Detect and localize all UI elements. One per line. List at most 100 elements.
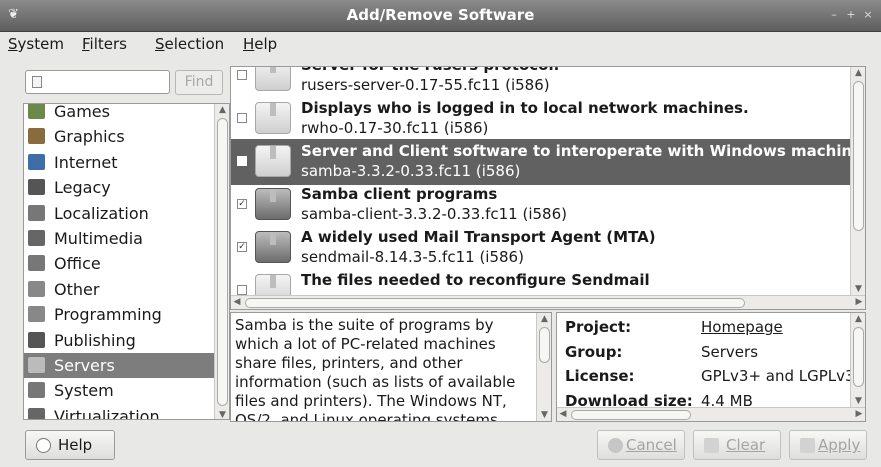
scrollbar-thumb[interactable] <box>539 327 550 363</box>
menu-help[interactable]: Help <box>243 35 277 53</box>
package-row[interactable]: Server and Client software to interopera… <box>231 139 866 185</box>
detail-value: Servers <box>701 342 759 361</box>
category-label: Programming <box>54 305 162 325</box>
package-summary: The files needed to reconfigure Sendmail <box>301 271 650 289</box>
office-icon <box>28 255 45 272</box>
search-input[interactable] <box>25 70 170 94</box>
close-icon[interactable]: × <box>861 9 875 22</box>
category-label: System <box>54 381 114 401</box>
description-panel[interactable]: Samba is the suite of programs by which … <box>230 312 552 422</box>
other-icon <box>28 280 45 297</box>
category-list[interactable]: Virtualization System Servers Publishing Pro… <box>23 103 230 420</box>
details-vscrollbar[interactable]: ▲ ▼ <box>850 313 865 407</box>
installed-package-icon <box>255 188 291 220</box>
package-list[interactable]: The files needed to reconfigure Sendmail… <box>230 66 866 310</box>
package-checkbox[interactable]: ✓ <box>237 242 247 252</box>
menu-filters[interactable]: Filters <box>82 35 127 53</box>
scroll-left-icon[interactable]: ◀ <box>231 296 243 309</box>
category-label: Legacy <box>54 178 111 198</box>
scrollbar-thumb[interactable] <box>217 118 228 406</box>
package-row[interactable]: Server for the rusers protocol. rusers-se… <box>231 67 865 99</box>
package-summary: Server for the rusers protocol. <box>301 67 559 74</box>
menu-selection[interactable]: Selection <box>155 35 224 53</box>
clear-label: Clear <box>726 436 766 454</box>
category-item-system[interactable]: System <box>24 378 214 403</box>
package-checkbox[interactable] <box>237 285 247 295</box>
package-row[interactable]: Displays who is logged in to local netwo… <box>231 96 865 142</box>
scroll-up-icon[interactable]: ▲ <box>851 313 865 325</box>
category-item-servers[interactable]: Servers <box>24 353 214 378</box>
category-scrollbar[interactable]: ▲ ▼ <box>214 104 229 419</box>
package-checkbox[interactable]: ✓ <box>237 199 247 209</box>
cancel-icon <box>608 438 623 453</box>
scroll-right-icon[interactable]: ▶ <box>853 408 865 421</box>
package-summary: Displays who is logged in to local netwo… <box>301 99 749 117</box>
category-item-localization[interactable]: Localization <box>24 201 214 226</box>
category-item-multimedia[interactable]: Multimedia <box>24 226 214 251</box>
available-package-icon <box>255 145 291 177</box>
apply-button[interactable]: Apply <box>789 430 867 460</box>
available-package-icon <box>255 102 291 134</box>
scroll-right-icon[interactable]: ▶ <box>853 296 865 309</box>
scrollbar-thumb[interactable] <box>245 298 745 308</box>
help-button[interactable]: Help <box>25 430 115 460</box>
games-icon <box>28 104 45 119</box>
scroll-down-icon[interactable]: ▼ <box>851 283 865 295</box>
category-item-other[interactable]: Other <box>24 277 214 302</box>
minimize-icon[interactable]: – <box>827 9 841 22</box>
category-label: Multimedia <box>54 229 143 248</box>
scrollbar-thumb[interactable] <box>853 327 864 387</box>
package-vscrollbar[interactable]: ▲ ▼ <box>850 67 865 295</box>
package-summary: Server and Client software to interopera… <box>301 142 866 160</box>
details-hscrollbar[interactable]: ◀ ▶ <box>557 407 865 421</box>
package-checkbox[interactable] <box>237 70 247 80</box>
scroll-up-icon[interactable]: ▲ <box>537 313 551 325</box>
find-button[interactable]: Find <box>175 70 223 95</box>
menu-system[interactable]: System <box>8 35 64 53</box>
scroll-up-icon[interactable]: ▲ <box>851 67 865 79</box>
scroll-down-icon[interactable]: ▼ <box>215 409 229 419</box>
scroll-up-icon[interactable]: ▲ <box>215 104 229 116</box>
category-item-publishing[interactable]: Publishing <box>24 328 214 353</box>
package-row[interactable]: ✓ A widely used Mail Transport Agent (MTA… <box>231 225 865 271</box>
publishing-icon <box>28 331 45 348</box>
detail-row: Group: Servers <box>565 341 865 365</box>
detail-key: Group: <box>565 342 623 361</box>
maximize-icon[interactable]: + <box>844 9 858 22</box>
package-name: samba-client-3.3.2-0.33.fc11 (i586) <box>301 205 567 223</box>
system-icon <box>28 382 45 399</box>
homepage-link[interactable]: Homepage <box>701 318 783 336</box>
description-scrollbar[interactable]: ▲ ▼ <box>536 313 551 421</box>
help-label: Help <box>58 436 93 454</box>
category-item-virtualization[interactable]: Virtualization <box>24 404 214 419</box>
package-checkbox[interactable] <box>237 113 247 123</box>
package-row[interactable]: ✓ Samba client programs samba-client-3.3.2… <box>231 182 865 228</box>
category-item-internet[interactable]: Internet <box>24 150 214 175</box>
menu-bar: System Filters Selection Help <box>0 32 881 58</box>
scroll-down-icon[interactable]: ▼ <box>851 395 865 407</box>
scroll-left-icon[interactable]: ◀ <box>557 408 569 421</box>
category-item-games[interactable]: Games <box>24 104 214 124</box>
category-item-programming[interactable]: Programming <box>24 302 214 327</box>
category-item-graphics[interactable]: Graphics <box>24 124 214 149</box>
clear-button[interactable]: Clear <box>693 430 781 460</box>
menu-selection-mnemonic: S <box>155 35 165 53</box>
servers-icon <box>28 357 45 373</box>
package-hscrollbar[interactable]: ◀ ▶ <box>231 295 865 309</box>
scrollbar-thumb[interactable] <box>853 81 864 231</box>
package-checkbox[interactable] <box>237 156 247 166</box>
detail-row: License: GPLv3+ and LGPLv3+ <box>565 365 865 389</box>
cancel-button[interactable]: Cancel <box>597 430 685 460</box>
scrollbar-thumb[interactable] <box>571 410 691 420</box>
category-label: Office <box>54 254 101 274</box>
programming-icon <box>28 306 45 323</box>
category-item-legacy[interactable]: Legacy <box>24 175 214 200</box>
category-item-office[interactable]: Office <box>24 251 214 276</box>
document-icon <box>32 76 42 88</box>
legacy-icon <box>28 179 45 196</box>
category-label: Localization <box>54 203 149 223</box>
scroll-down-icon[interactable]: ▼ <box>537 409 551 421</box>
details-panel: Download size: 4.4 MB License: GPLv3+ and L… <box>556 312 866 422</box>
menu-system-mnemonic: S <box>8 35 18 53</box>
category-label: Publishing <box>54 330 136 350</box>
